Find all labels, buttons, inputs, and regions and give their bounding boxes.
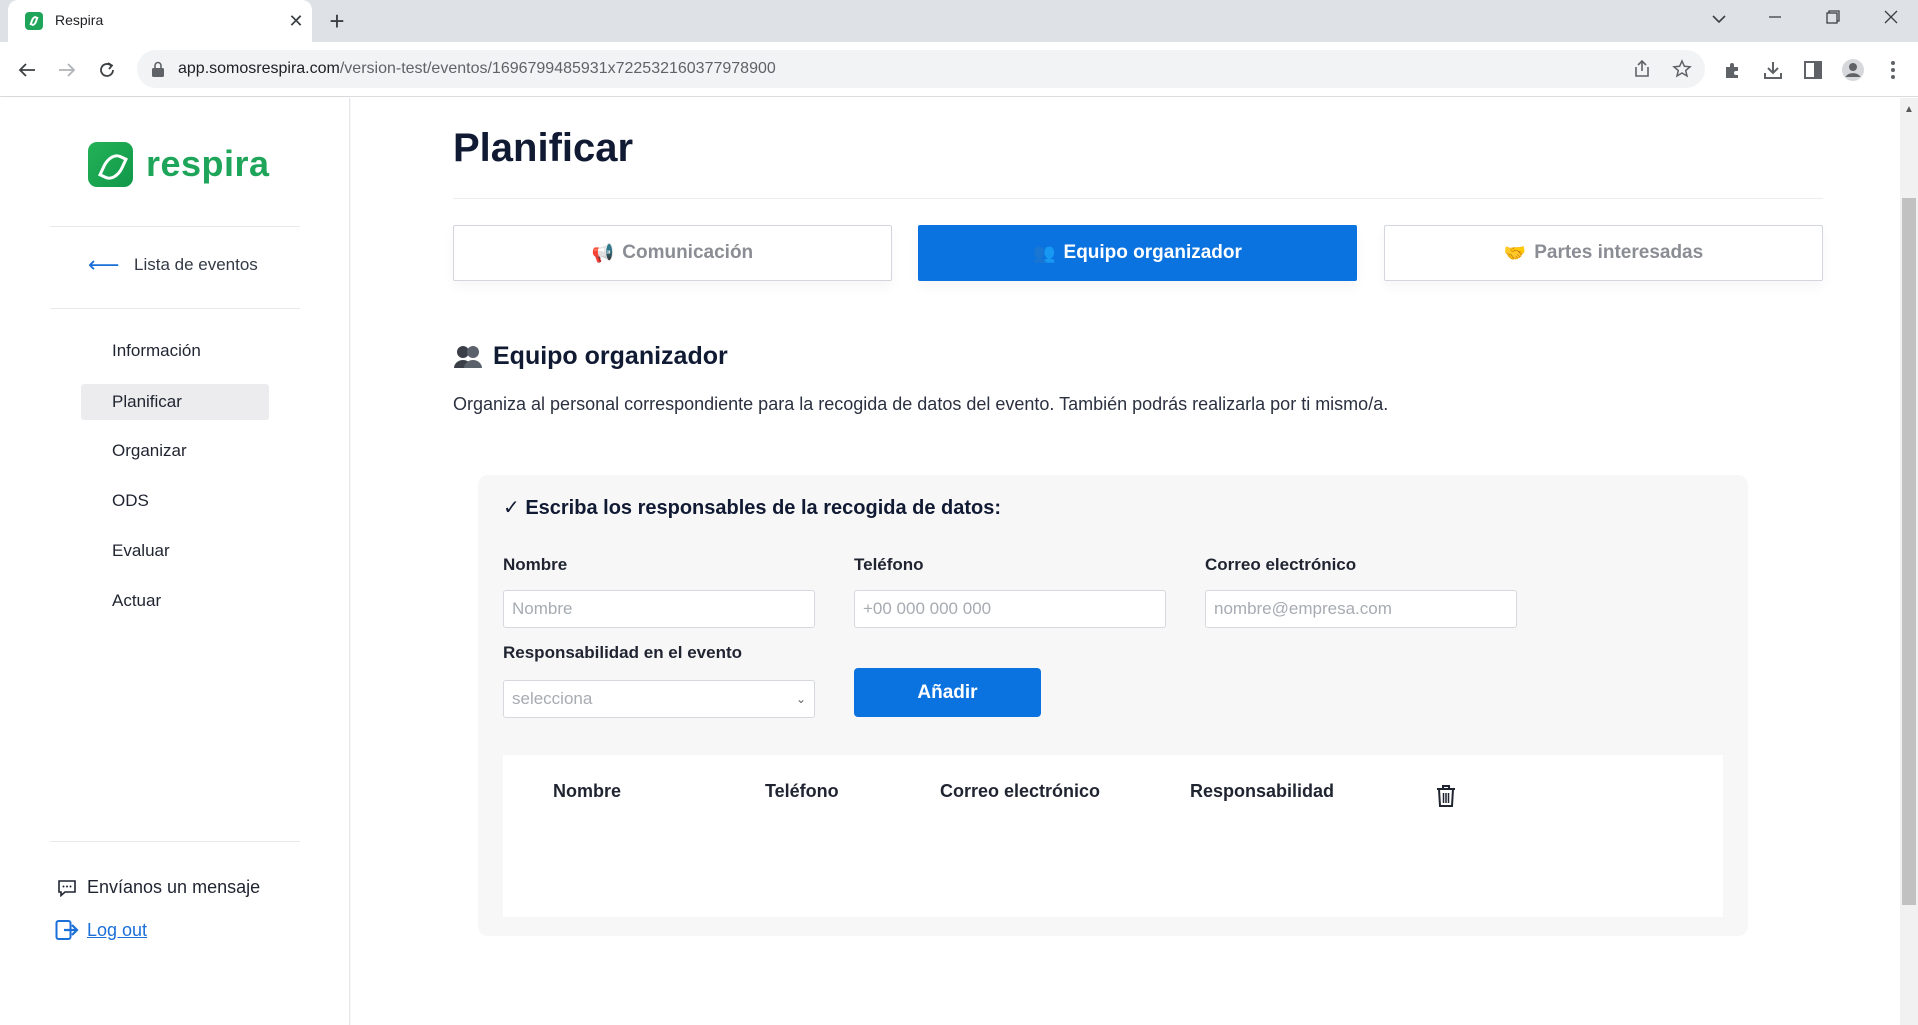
sidebar: respira ⟵ Lista de eventos Información P… [0, 98, 350, 1025]
close-window-icon[interactable] [1871, 4, 1911, 36]
trash-icon[interactable] [1435, 784, 1457, 808]
form-heading: ✓ Escriba los responsables de la recogid… [503, 497, 1002, 519]
browser-tab-title: Respira [55, 12, 104, 28]
role-select-value: selecciona [512, 689, 593, 708]
minimize-icon[interactable] [1755, 4, 1795, 36]
bookmark-star-icon[interactable] [1672, 59, 1692, 79]
respira-logo-icon [88, 141, 133, 187]
sidebar-divider [50, 308, 300, 309]
team-table: Nombre Teléfono Correo electrónico Respo… [503, 755, 1723, 917]
send-message-link[interactable]: Envíanos un mensaje [57, 877, 260, 898]
name-input[interactable] [503, 590, 815, 628]
new-tab-button[interactable]: + [322, 7, 352, 37]
team-form-panel: ✓ Escriba los responsables de la recogid… [478, 475, 1748, 936]
address-bar[interactable]: app.somosrespira.com/version-test/evento… [137, 50, 1705, 88]
forward-icon[interactable] [51, 54, 83, 86]
sidebar-item-evaluar[interactable]: Evaluar [81, 533, 269, 569]
browser-toolbar: app.somosrespira.com/version-test/evento… [0, 42, 1918, 97]
tab-comunicacion-label: Comunicación [622, 242, 754, 263]
phone-input[interactable] [854, 590, 1166, 628]
arrow-left-icon: ⟵ [88, 252, 120, 277]
restore-icon[interactable] [1813, 4, 1853, 36]
section-title: Equipo organizador [493, 342, 728, 370]
page-scrollbar[interactable]: ▲ [1900, 98, 1918, 1025]
sidebar-item-organizar[interactable]: Organizar [81, 433, 269, 469]
role-select[interactable]: selecciona ⌄ [503, 680, 815, 718]
back-to-events-link[interactable]: ⟵ Lista de eventos [88, 252, 258, 277]
browser-menu-icon[interactable] [1880, 57, 1906, 83]
tab-comunicacion[interactable]: 📢 Comunicación [453, 225, 892, 281]
url-host: app.somosrespira.com [178, 60, 340, 77]
close-tab-icon[interactable]: ✕ [284, 9, 308, 33]
people-icon [454, 345, 482, 368]
table-header-correo: Correo electrónico [940, 781, 1101, 801]
phone-label: Teléfono [854, 555, 924, 574]
url-text: app.somosrespira.com/version-test/evento… [178, 60, 776, 78]
tab-search-icon[interactable] [1699, 4, 1739, 36]
tab-partes-interesadas[interactable]: 🤝 Partes interesadas [1384, 225, 1823, 281]
role-label: Responsabilidad en el evento [503, 643, 743, 662]
reload-icon[interactable] [91, 54, 123, 86]
sidebar-divider [50, 841, 300, 842]
main-content: Planificar 📢 Comunicación 👥 Equipo organ… [351, 98, 1900, 1025]
logout-link[interactable]: Log out [55, 919, 147, 941]
send-message-label: Envíanos un mensaje [87, 877, 261, 897]
side-panel-icon[interactable] [1800, 57, 1826, 83]
section-heading: Equipo organizador [453, 342, 728, 371]
browser-tab[interactable]: Respira ✕ [8, 0, 312, 42]
email-label: Correo electrónico [1205, 555, 1357, 574]
handshake-icon: 🤝 [1503, 242, 1527, 263]
logout-label: Log out [87, 919, 148, 940]
browser-tabstrip: Respira ✕ + [0, 0, 1918, 42]
back-to-events-label: Lista de eventos [134, 255, 258, 274]
section-description: Organiza al personal correspondiente par… [453, 394, 1389, 414]
sidebar-item-planificar[interactable]: Planificar [81, 384, 269, 420]
megaphone-icon: 📢 [591, 242, 615, 263]
url-path: /version-test/eventos/1696799485931x7225… [339, 60, 776, 77]
scroll-up-arrow-icon[interactable]: ▲ [1904, 104, 1914, 115]
respira-favicon-icon [25, 12, 43, 30]
page-title: Planificar [453, 126, 634, 170]
email-input[interactable] [1205, 590, 1517, 628]
chevron-down-icon: ⌄ [795, 692, 806, 706]
table-header-nombre: Nombre [553, 781, 622, 801]
tab-equipo-organizador[interactable]: 👥 Equipo organizador [918, 225, 1357, 281]
sidebar-divider [50, 226, 300, 227]
title-divider [453, 198, 1823, 199]
brand[interactable]: respira [88, 141, 270, 187]
logout-icon [55, 920, 79, 940]
chat-icon [58, 879, 76, 897]
download-icon[interactable] [1760, 57, 1786, 83]
tab-partes-interesadas-label: Partes interesadas [1534, 242, 1704, 263]
people-icon: 👥 [1033, 242, 1056, 263]
scrollbar-thumb[interactable] [1902, 198, 1916, 905]
table-header-responsabilidad: Responsabilidad [1190, 781, 1335, 801]
add-button[interactable]: Añadir [854, 668, 1041, 717]
brand-name: respira [146, 143, 270, 184]
name-label: Nombre [503, 555, 568, 574]
profile-avatar-icon[interactable] [1840, 57, 1866, 83]
sidebar-item-informacion[interactable]: Información [81, 333, 269, 369]
table-header-telefono: Teléfono [765, 781, 839, 801]
lock-icon [152, 61, 164, 77]
extensions-icon[interactable] [1720, 57, 1746, 83]
sidebar-item-actuar[interactable]: Actuar [81, 583, 269, 619]
tab-equipo-organizador-label: Equipo organizador [1063, 242, 1242, 263]
back-icon[interactable] [11, 54, 43, 86]
sidebar-item-ods[interactable]: ODS [81, 483, 269, 519]
share-icon[interactable] [1632, 59, 1652, 79]
